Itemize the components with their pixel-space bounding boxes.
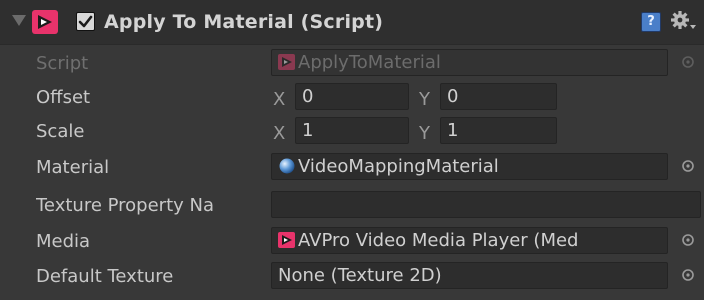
script-object-field: ApplyToMaterial (271, 49, 668, 76)
field-row-media: Media AVPro Video Media Player (Med (0, 224, 704, 260)
field-row-texture-property: Texture Property Na (0, 188, 704, 224)
component-header[interactable]: Apply To Material (Script) ? (0, 0, 704, 45)
sphere-material-icon (279, 158, 295, 174)
avpro-script-icon (278, 54, 295, 70)
foldout-triangle-icon[interactable] (12, 15, 26, 26)
offset-label: Offset (36, 87, 91, 108)
default-texture-label: Default Texture (36, 266, 174, 287)
field-row-offset: Offset X 0 Y 0 (0, 80, 704, 116)
scale-y-field[interactable]: 1 (440, 117, 557, 144)
avpro-script-icon (32, 10, 58, 34)
media-object-field[interactable]: AVPro Video Media Player (Med (271, 227, 668, 254)
offset-y-label: Y (419, 89, 430, 110)
script-value: ApplyToMaterial (298, 52, 441, 73)
field-row-scale: Scale X 1 Y 1 (0, 114, 704, 150)
field-row-script: Script ApplyToMaterial (0, 46, 704, 82)
scale-x-field[interactable]: 1 (295, 117, 409, 144)
default-texture-object-field[interactable]: None (Texture 2D) (271, 262, 668, 289)
field-row-material: Material VideoMappingMaterial (0, 150, 704, 186)
object-picker-circle-icon[interactable] (681, 159, 695, 173)
scale-y-label: Y (419, 123, 430, 144)
object-picker-circle-icon[interactable] (681, 233, 695, 247)
help-book-icon[interactable]: ? (641, 12, 661, 32)
material-object-field[interactable]: VideoMappingMaterial (271, 153, 668, 180)
field-row-default-texture: Default Texture None (Texture 2D) (0, 259, 704, 295)
inspector-component-panel: Apply To Material (Script) ? Script Appl… (0, 0, 704, 300)
material-label: Material (36, 157, 110, 178)
scale-label: Scale (36, 121, 85, 142)
object-picker-circle-icon[interactable] (681, 268, 695, 282)
gear-icon[interactable] (671, 10, 697, 32)
component-enabled-checkbox[interactable] (76, 12, 95, 31)
component-title: Apply To Material (Script) (104, 11, 384, 33)
texture-property-input[interactable] (271, 191, 701, 218)
offset-y-field[interactable]: 0 (440, 83, 557, 110)
texture-property-label: Texture Property Na (36, 195, 214, 216)
scale-x-label: X (273, 123, 286, 144)
avpro-script-icon (278, 232, 295, 248)
object-picker-circle-icon (682, 56, 694, 68)
checkmark-icon (78, 15, 93, 28)
media-value: AVPro Video Media Player (Med (298, 230, 579, 251)
script-label: Script (36, 53, 89, 74)
media-label: Media (36, 231, 91, 252)
offset-x-field[interactable]: 0 (295, 83, 409, 110)
material-value: VideoMappingMaterial (298, 156, 499, 177)
offset-x-label: X (273, 89, 286, 110)
